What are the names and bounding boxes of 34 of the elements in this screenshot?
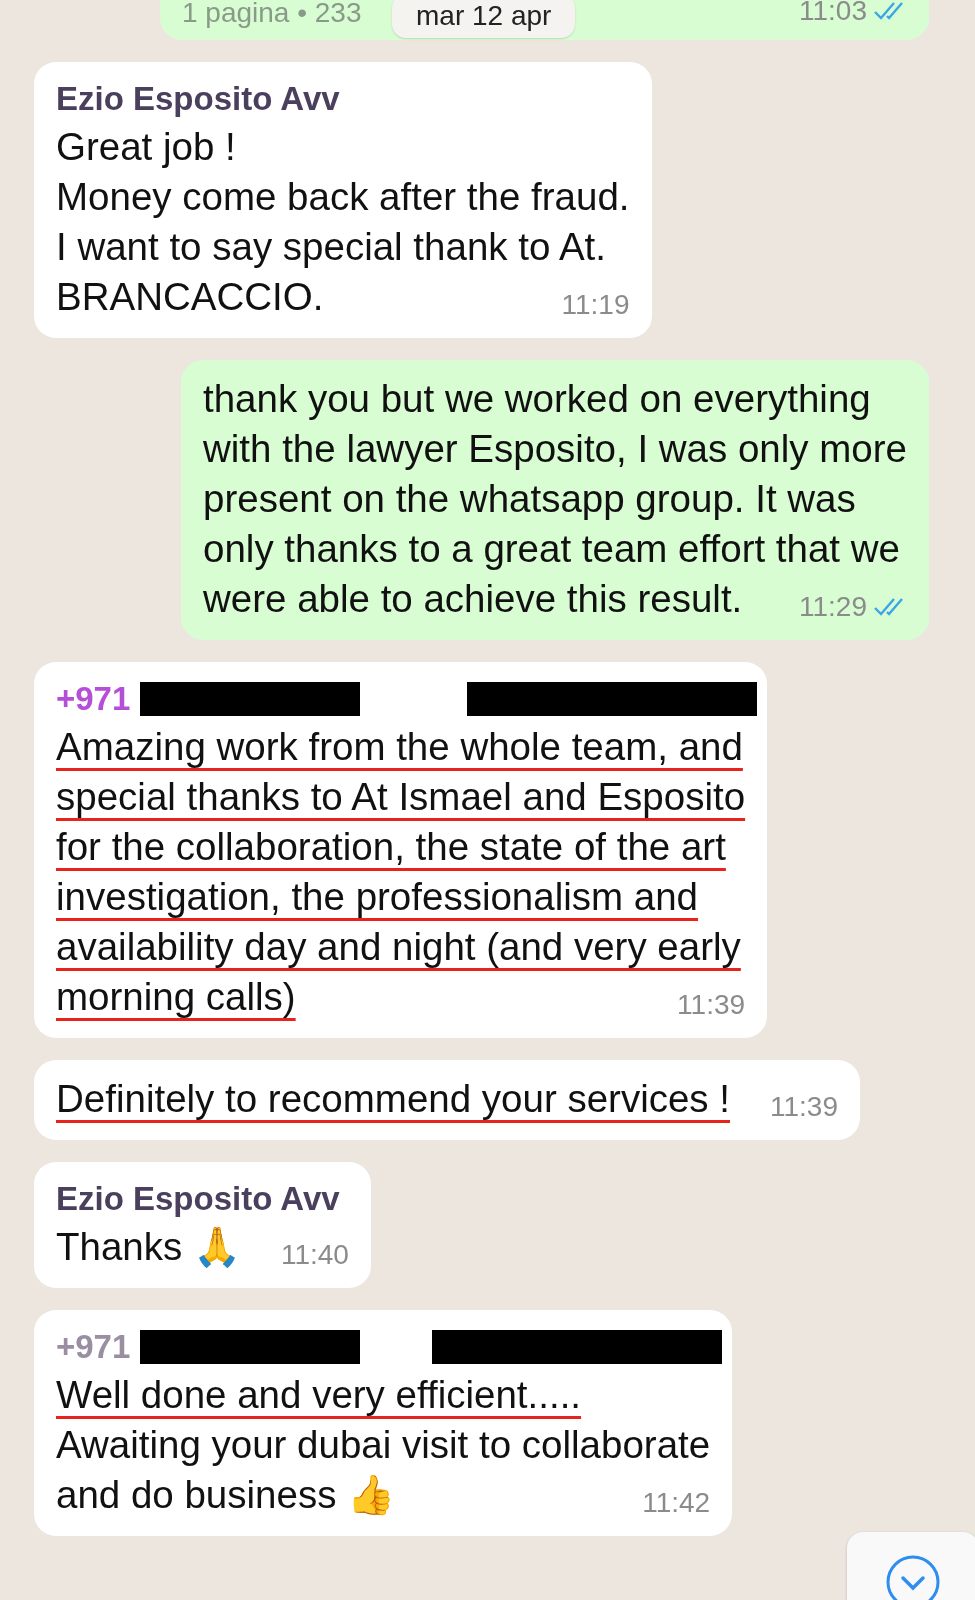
message-text: Awaiting your dubai visit to collaborate [56,1422,711,1468]
sender-name: Ezio Esposito Avv [56,80,340,118]
message-time: 11:42 [642,1486,711,1520]
message-text: and do business 👍 [56,1472,396,1518]
message-text: investigation, the professionalism and [56,874,700,920]
message-text: thank you but we worked on everything [203,376,872,422]
message-text: Thanks 🙏 [56,1224,241,1270]
message-text: Money come back after the fraud. [56,174,630,220]
message-text: Well done and very efficient..... [56,1372,583,1418]
message-time: 11:40 [280,1238,349,1272]
message-text: with the lawyer Esposito, I was only more [203,426,907,472]
message-text: only thanks to a great team effort that we [203,526,901,572]
chevron-down-icon [885,1554,941,1600]
sender-name: Ezio Esposito Avv [56,1180,340,1218]
message-time: 11:39 [677,988,746,1022]
message-time: 11:19 [561,288,630,322]
message-text: availability day and night (and very early [56,924,742,970]
message-text: 1 pagina • 233 [182,0,362,28]
message-text: Definitely to recommend your services ! [56,1076,730,1122]
message-text: BRANCACCIO. [56,274,324,320]
message-time: 11:03 [799,0,867,28]
message-text: for the collaboration, the state of the art [56,824,727,870]
message-text: morning calls) [56,974,296,1020]
message-time: 11:39 [770,1090,838,1124]
message-text: present on the whatsapp group. It was [203,476,857,522]
message-text: special thanks to At Ismael and Esposito [56,774,746,820]
date-label: mar 12 apr [392,0,576,38]
message-text: Amazing work from the whole team, and [56,724,744,770]
message-text: I want to say special thank to At. [56,224,607,270]
sender-name: +971 [56,680,131,718]
message-text: were able to achieve this result. [203,576,743,622]
sender-name: +971 [56,1328,131,1366]
message-time: 11:29 [799,590,867,624]
message-text: Great job ! [56,124,237,170]
